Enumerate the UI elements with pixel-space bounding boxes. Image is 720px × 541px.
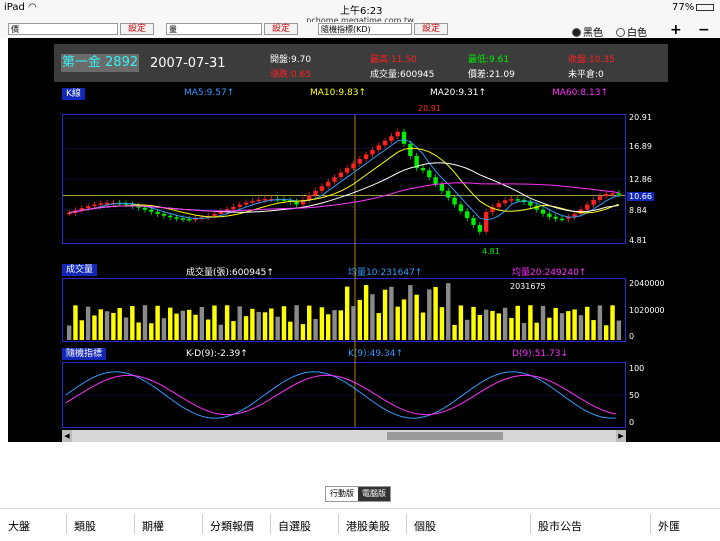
nav-divider — [202, 514, 203, 534]
nav-sectors[interactable]: 類股 — [74, 518, 96, 534]
zoom-in-button[interactable]: + — [670, 22, 682, 38]
kline-tick-current: 10.66 — [627, 192, 654, 201]
kline-tick-0: 20.91 — [629, 113, 652, 122]
scroll-right-icon[interactable]: ▶ — [616, 430, 626, 442]
volume-tick-2: 0 — [629, 332, 635, 341]
nav-divider — [338, 514, 339, 534]
close-price: 收盤:10.35 — [568, 55, 615, 65]
radio-white-dot — [616, 28, 625, 37]
kline-tick-2: 12.86 — [629, 175, 652, 184]
nav-announcements[interactable]: 股市公告 — [538, 518, 582, 534]
clock: 上午6:23 — [340, 6, 383, 17]
kline-tick-4: 8.84 — [629, 206, 647, 215]
confirm-button-1[interactable]: 設定 — [120, 23, 154, 35]
k-value: K(9):49.34↑ — [348, 349, 403, 359]
version-switch: 行動版 電腦版 — [325, 486, 391, 502]
nav-forex[interactable]: 外匯 — [658, 518, 680, 534]
nav-hk-us[interactable]: 港股美股 — [346, 518, 390, 534]
volume-panel — [62, 278, 626, 342]
nav-divider — [406, 514, 407, 534]
mobile-version-button[interactable]: 行動版 — [326, 487, 358, 501]
low-price: 最低:9.61 — [468, 55, 510, 65]
nav-divider — [270, 514, 271, 534]
volume-tick-0: 2040000 — [629, 279, 665, 288]
nav-divider — [66, 514, 67, 534]
device-name: iPad — [4, 2, 25, 13]
confirm-button-3[interactable]: 設定 — [414, 23, 448, 35]
volume-label: 成交量 — [62, 264, 98, 276]
volume-value: 成交量:600945 — [370, 70, 435, 80]
quote-date: 2007-07-31 — [150, 56, 226, 71]
nav-stocks[interactable]: 個股 — [414, 518, 436, 534]
price-range: 價差:21.09 — [468, 70, 515, 80]
indicator-select[interactable]: 隨機指標(KD) — [318, 23, 412, 35]
kd-label: 隨機指標 — [62, 348, 107, 360]
price-change: 漲跌:0.65 — [270, 70, 312, 80]
volume-today: 成交量(張):600945↑ — [186, 268, 274, 278]
stock-name: 第一金 2892 — [61, 54, 139, 72]
chart-scrollbar[interactable]: ◀ ▶ — [62, 430, 626, 442]
desktop-version-button[interactable]: 電腦版 — [358, 487, 390, 501]
battery-icon — [696, 4, 714, 11]
nav-watchlist[interactable]: 自選股 — [278, 518, 311, 534]
ma5-label: MA5:9.57↑ — [184, 88, 235, 98]
open-interest: 未平倉:0 — [568, 70, 604, 80]
battery-percent: 77% — [672, 2, 695, 13]
d-value: D(9):51.73↓ — [512, 349, 569, 359]
ma20-label: MA20:9.31↑ — [430, 88, 486, 98]
kline-panel — [62, 114, 626, 244]
volume-select[interactable]: 量 — [166, 23, 262, 35]
kd-diff: K-D(9):-2.39↑ — [186, 349, 248, 359]
confirm-button-2[interactable]: 設定 — [264, 23, 298, 35]
open-price: 開盤:9.70 — [270, 55, 312, 65]
status-bar: iPad ◠ 上午6:23 77% — [0, 0, 720, 17]
chart-controls: 價 設定 量 設定 隨機指標(KD) 設定 黑色 白色 + − — [0, 22, 720, 39]
radio-black-dot — [572, 28, 581, 37]
kd-tick-1: 50 — [629, 391, 640, 400]
volume-tick-1: 1020000 — [629, 306, 665, 315]
nav-market[interactable]: 大盤 — [8, 518, 30, 534]
kd-panel — [62, 362, 626, 428]
nav-divider — [134, 514, 135, 534]
nav-divider — [530, 514, 531, 534]
kline-tick-5: 4.81 — [629, 236, 647, 245]
bottom-nav: 大盤 類股 期權 分類報價 自選股 港股美股 個股 股市公告 外匯 — [0, 508, 720, 541]
ma60-label: MA60:8.13↑ — [552, 88, 608, 98]
scroll-left-icon[interactable]: ◀ — [62, 430, 72, 442]
nav-category-quotes[interactable]: 分類報價 — [210, 518, 254, 534]
ma10-label: MA10:9.83↑ — [310, 88, 366, 98]
high-price: 最高:11.50 — [370, 55, 417, 65]
kd-tick-0: 100 — [629, 364, 645, 373]
kline-label: K線 — [62, 88, 85, 100]
volume-avg10: 均量10:231647↑ — [348, 268, 423, 278]
nav-options[interactable]: 期權 — [142, 518, 164, 534]
kd-tick-2: 0 — [629, 418, 635, 427]
scroll-thumb[interactable] — [387, 432, 503, 440]
zoom-out-button[interactable]: − — [698, 22, 710, 38]
volume-avg20: 均量20:249240↑ — [512, 268, 587, 278]
kline-tick-1: 16.89 — [629, 142, 652, 151]
radio-white[interactable]: 白色 — [616, 24, 647, 39]
price-select[interactable]: 價 — [8, 23, 118, 35]
radio-black[interactable]: 黑色 — [572, 24, 603, 39]
wifi-icon: ◠ — [28, 2, 37, 13]
nav-divider — [650, 514, 651, 534]
